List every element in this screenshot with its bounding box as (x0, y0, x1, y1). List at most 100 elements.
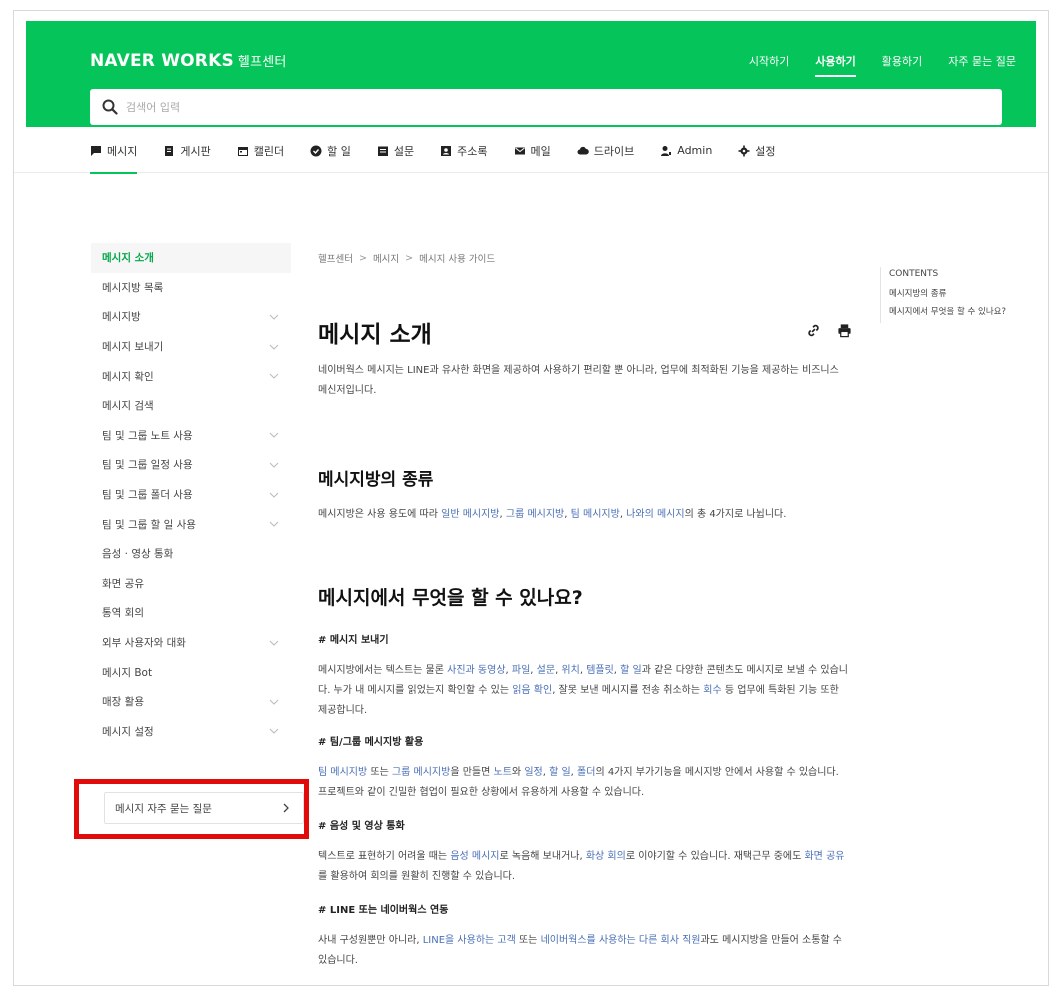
inline-link[interactable]: 나와의 메시지 (626, 509, 684, 520)
toc-item[interactable]: 메시지방의 종류 (889, 287, 1006, 299)
inline-link[interactable]: 회수 (703, 685, 721, 696)
topnav-utilize[interactable]: 활용하기 (882, 53, 922, 77)
text-segment: 을 만들면 (450, 767, 494, 778)
sidebar-item[interactable]: 메시지 설정 (91, 717, 291, 747)
breadcrumb-item[interactable]: 메시지 (373, 251, 399, 265)
inline-link[interactable]: 그룹 메시지방 (392, 767, 450, 778)
tab-settings[interactable]: 설정 (738, 129, 776, 173)
sidebar-item[interactable]: 메시지 검색 (91, 391, 291, 421)
tab-board[interactable]: 게시판 (163, 129, 211, 173)
inline-link[interactable]: 화면 공유 (804, 851, 844, 862)
page-tools (806, 323, 852, 338)
inline-link[interactable]: 위치 (561, 665, 579, 676)
subsection-heading: # 음성 및 영상 통화 (318, 821, 405, 832)
sidebar-item-label: 매장 활용 (102, 696, 144, 709)
sidebar-item[interactable]: 메시지방 목록 (91, 273, 291, 303)
inline-link[interactable]: 읽음 확인 (512, 685, 552, 696)
tab-label: 설정 (755, 144, 776, 158)
brand-sub: 헬프센터 (237, 55, 287, 70)
tab-contacts[interactable]: 주소록 (440, 129, 488, 173)
breadcrumb-item[interactable]: 헬프센터 (318, 251, 353, 265)
sidebar-item[interactable]: 메시지 Bot (91, 657, 291, 687)
chevron-down-icon[interactable] (269, 462, 279, 468)
sidebar-item[interactable]: 통역 회의 (91, 598, 291, 628)
chevron-down-icon[interactable] (269, 640, 279, 646)
sidebar-item[interactable]: 음성 · 영상 통화 (91, 539, 291, 569)
board-icon (165, 145, 174, 156)
inline-link[interactable]: 화상 회의 (586, 851, 626, 862)
tab-drive[interactable]: 드라이브 (577, 129, 634, 173)
inline-link[interactable]: 설문 (537, 665, 555, 676)
chevron-down-icon[interactable] (269, 344, 279, 350)
inline-link[interactable]: 할 일 (620, 665, 642, 676)
tab-todo[interactable]: 할 일 (310, 129, 351, 173)
chevron-down-icon[interactable] (269, 314, 279, 320)
inline-link[interactable]: 팀 메시지방 (571, 509, 620, 520)
text-segment: 와 (511, 767, 525, 778)
chevron-down-icon[interactable] (269, 492, 279, 498)
inline-link[interactable]: 파일 (512, 665, 530, 676)
inline-link[interactable]: 일정 (524, 767, 542, 778)
inline-link[interactable]: LINE을 사용하는 고객 (423, 935, 516, 946)
sidebar-item[interactable]: 메시지 보내기 (91, 332, 291, 362)
sidebar-item[interactable]: 화면 공유 (91, 569, 291, 599)
link-icon[interactable] (806, 323, 821, 338)
topnav-start[interactable]: 시작하기 (749, 53, 789, 77)
inline-link[interactable]: 템플릿 (586, 665, 614, 676)
sidebar-item-label: 메시지방 (102, 311, 141, 324)
tab-label: 할 일 (327, 144, 351, 158)
sidebar-item-label: 메시지 확인 (102, 370, 154, 383)
inline-link[interactable]: 할 일 (549, 767, 571, 778)
tab-calendar[interactable]: 캘린더 (237, 129, 284, 173)
sidebar-item[interactable]: 메시지 소개 (91, 243, 291, 273)
chevron-down-icon[interactable] (269, 699, 279, 705)
subsection-heading: # 메시지 보내기 (318, 635, 389, 646)
sidebar-item[interactable]: 매장 활용 (91, 687, 291, 717)
chevron-down-icon[interactable] (269, 521, 279, 527)
topnav-faq[interactable]: 자주 묻는 질문 (948, 53, 1016, 77)
topnav-use[interactable]: 사용하기 (815, 53, 856, 77)
gear-icon (738, 145, 750, 156)
toc-item[interactable]: 메시지에서 무엇을 할 수 있나요? (889, 305, 1006, 317)
chevron-down-icon[interactable] (269, 728, 279, 735)
sidebar-item-label: 외부 사용자와 대화 (102, 637, 186, 650)
breadcrumb-item[interactable]: 메시지 사용 가이드 (419, 251, 495, 265)
page-frame: NAVER WORKS 헬프센터 시작하기 사용하기 활용하기 자주 묻는 질문 … (13, 10, 1049, 986)
inline-link[interactable]: 음성 메시지 (450, 851, 499, 862)
table-of-contents: CONTENTS 메시지방의 종류 메시지에서 무엇을 할 수 있나요? (880, 267, 1006, 323)
sidebar-item[interactable]: 팀 및 그룹 할 일 사용 (91, 509, 291, 539)
search-input[interactable] (126, 100, 986, 114)
brand-logo[interactable]: NAVER WORKS 헬프센터 (90, 51, 287, 71)
admin-icon (661, 145, 672, 156)
chevron-down-icon[interactable] (269, 432, 279, 439)
sidebar-item[interactable]: 팀 및 그룹 폴더 사용 (91, 480, 291, 510)
inline-link[interactable]: 그룹 메시지방 (506, 509, 564, 520)
chevron-down-icon[interactable] (269, 373, 279, 379)
inline-link[interactable]: 사진과 동영상 (447, 665, 505, 676)
inline-link[interactable]: 팀 메시지방 (318, 767, 367, 778)
inline-link[interactable]: 노트 (494, 767, 512, 778)
sidebar-item[interactable]: 메시지방 (91, 302, 291, 332)
sidebar-item-label: 메시지 소개 (102, 252, 154, 265)
tab-label: Admin (677, 144, 713, 157)
sidebar-item-label: 메시지 검색 (102, 400, 154, 413)
sidebar-item[interactable]: 메시지 확인 (91, 361, 291, 391)
sidebar-item[interactable]: 외부 사용자와 대화 (91, 628, 291, 658)
cloud-icon (577, 146, 589, 154)
search-bar (90, 89, 1002, 125)
print-icon[interactable] (837, 323, 852, 338)
text-segment: 텍스트로 표현하기 어려울 때는 (318, 851, 451, 862)
inline-link[interactable]: 네이버웍스를 사용하는 다른 회사 직원 (541, 935, 701, 946)
sidebar-item[interactable]: 팀 및 그룹 노트 사용 (91, 421, 291, 451)
inline-link[interactable]: 일반 메시지방 (441, 509, 499, 520)
subsection-heading: # LINE 또는 네이버웍스 연동 (318, 905, 449, 916)
inline-link[interactable]: 폴더 (577, 767, 595, 778)
tab-mail[interactable]: 메일 (514, 129, 551, 173)
tab-message[interactable]: 메시지 (90, 129, 138, 174)
sidebar-item-label: 통역 회의 (102, 607, 144, 620)
tab-survey[interactable]: 설문 (377, 129, 414, 173)
sidebar-item[interactable]: 팀 및 그룹 일정 사용 (91, 450, 291, 480)
tab-label: 주소록 (457, 144, 488, 158)
section-heading: 메시지에서 무엇을 할 수 있나요? (318, 587, 583, 609)
tab-admin[interactable]: Admin (660, 129, 712, 173)
